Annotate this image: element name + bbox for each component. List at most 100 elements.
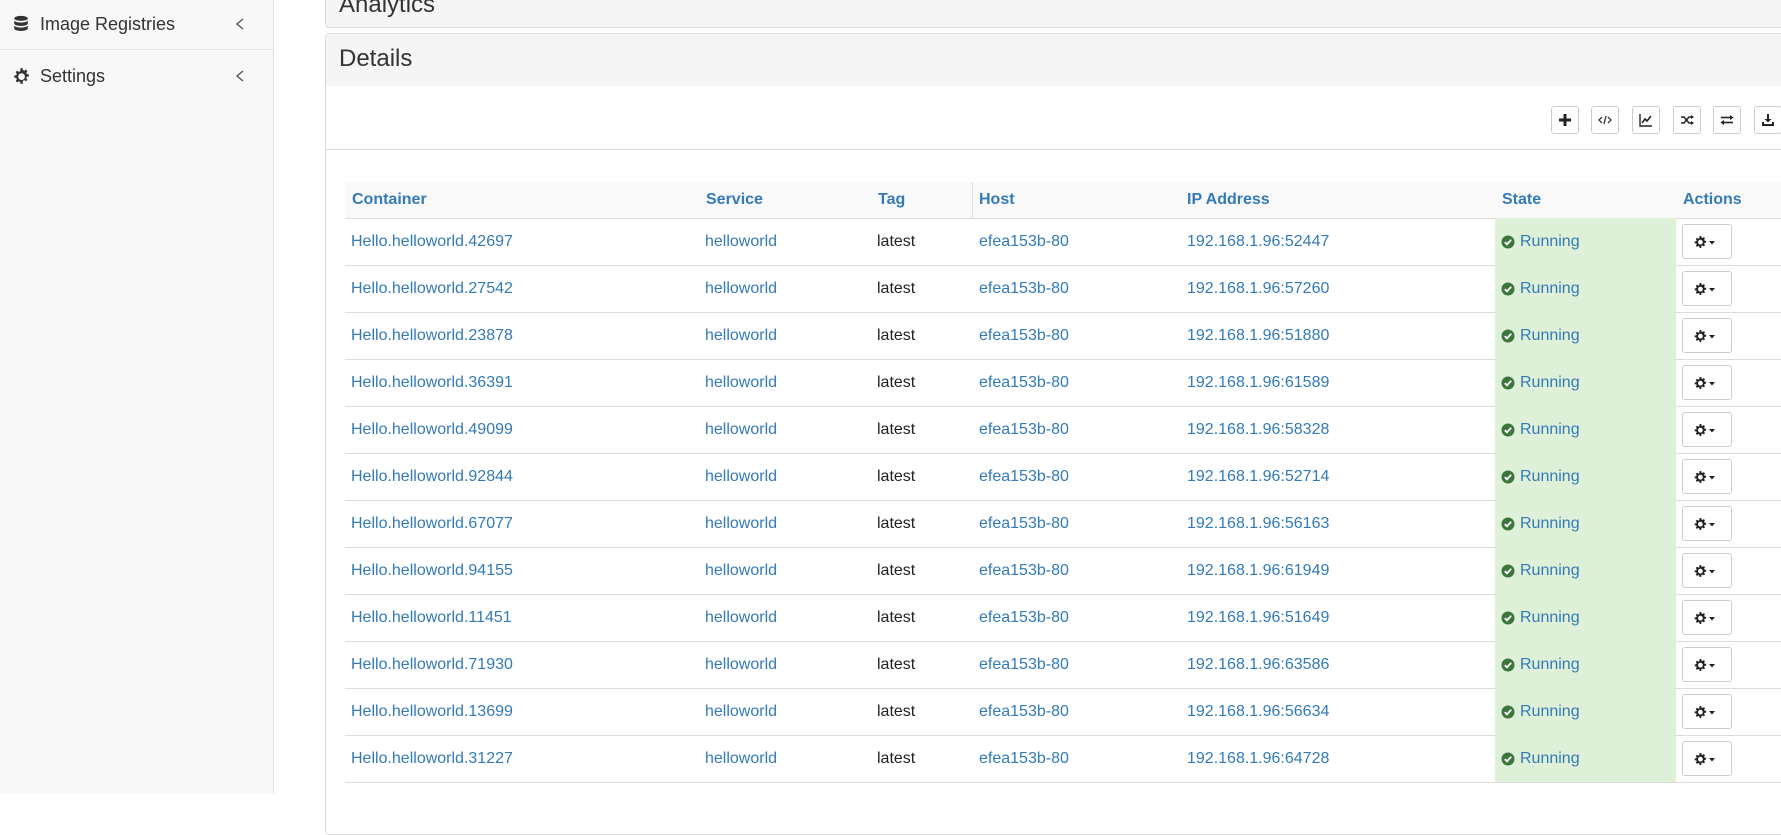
actions-dropdown-button[interactable] <box>1682 647 1732 682</box>
panel-title: Details <box>339 45 413 72</box>
host-link[interactable]: efea153b-80 <box>979 312 1069 359</box>
add-button[interactable] <box>1551 106 1579 134</box>
state-link[interactable]: Running <box>1501 641 1580 688</box>
table-row: Hello.helloworld.13699 helloworld latest ef… <box>345 688 1781 736</box>
state-link[interactable]: Running <box>1501 218 1580 265</box>
ip-address-link[interactable]: 192.168.1.96:51880 <box>1187 312 1329 359</box>
ip-address-link[interactable]: 192.168.1.96:61589 <box>1187 359 1329 406</box>
service-link[interactable]: helloworld <box>705 547 777 594</box>
container-link[interactable]: Hello.helloworld.31227 <box>351 735 513 782</box>
column-header-host[interactable]: Host <box>979 182 1015 218</box>
check-circle-icon <box>1501 470 1515 483</box>
ip-address-link[interactable]: 192.168.1.96:64728 <box>1187 735 1329 782</box>
ip-address-link[interactable]: 192.168.1.96:56163 <box>1187 500 1329 547</box>
chart-button[interactable] <box>1632 106 1660 134</box>
host-link[interactable]: efea153b-80 <box>979 218 1069 265</box>
state-link[interactable]: Running <box>1501 453 1580 500</box>
actions-dropdown-button[interactable] <box>1682 412 1732 447</box>
column-header-service[interactable]: Service <box>706 182 763 218</box>
column-header-container[interactable]: Container <box>352 182 427 218</box>
gear-dropdown-icon <box>1694 752 1715 765</box>
code-button[interactable] <box>1591 106 1619 134</box>
ip-address-link[interactable]: 192.168.1.96:63586 <box>1187 641 1329 688</box>
actions-dropdown-button[interactable] <box>1682 224 1732 259</box>
column-header-state[interactable]: State <box>1502 182 1541 218</box>
container-link[interactable]: Hello.helloworld.11451 <box>351 594 512 641</box>
state-link[interactable]: Running <box>1501 688 1580 735</box>
container-link[interactable]: Hello.helloworld.23878 <box>351 312 513 359</box>
sidebar-divider <box>0 49 273 50</box>
container-link[interactable]: Hello.helloworld.92844 <box>351 453 513 500</box>
container-link[interactable]: Hello.helloworld.42697 <box>351 218 513 265</box>
service-link[interactable]: helloworld <box>705 500 777 547</box>
ip-address-link[interactable]: 192.168.1.96:56634 <box>1187 688 1329 735</box>
service-link[interactable]: helloworld <box>705 735 777 782</box>
ip-address-link[interactable]: 192.168.1.96:57260 <box>1187 265 1329 312</box>
container-link[interactable]: Hello.helloworld.13699 <box>351 688 513 735</box>
host-link[interactable]: efea153b-80 <box>979 265 1069 312</box>
actions-dropdown-button[interactable] <box>1682 271 1732 306</box>
host-link[interactable]: efea153b-80 <box>979 641 1069 688</box>
ip-address-link[interactable]: 192.168.1.96:61949 <box>1187 547 1329 594</box>
state-link[interactable]: Running <box>1501 547 1580 594</box>
plus-icon <box>1559 114 1571 126</box>
host-link[interactable]: efea153b-80 <box>979 500 1069 547</box>
actions-dropdown-button[interactable] <box>1682 506 1732 541</box>
ip-address-link[interactable]: 192.168.1.96:58328 <box>1187 406 1329 453</box>
sidebar-item-settings[interactable]: Settings <box>0 52 273 100</box>
shuffle-button[interactable] <box>1673 106 1701 134</box>
actions-dropdown-button[interactable] <box>1682 741 1732 776</box>
service-link[interactable]: helloworld <box>705 453 777 500</box>
service-link[interactable]: helloworld <box>705 594 777 641</box>
analytics-panel: Analytics <box>325 0 1781 28</box>
host-link[interactable]: efea153b-80 <box>979 359 1069 406</box>
state-link[interactable]: Running <box>1501 735 1580 782</box>
sidebar-item-image-registries[interactable]: Image Registries <box>0 0 273 48</box>
table-row: Hello.helloworld.94155 helloworld latest ef… <box>345 547 1781 595</box>
actions-dropdown-button[interactable] <box>1682 365 1732 400</box>
ip-address-link[interactable]: 192.168.1.96:51649 <box>1187 594 1329 641</box>
column-header-ip-address[interactable]: IP Address <box>1187 182 1270 218</box>
sidebar-item-label: Settings <box>40 65 106 86</box>
actions-dropdown-button[interactable] <box>1682 694 1732 729</box>
exchange-button[interactable] <box>1713 106 1741 134</box>
actions-dropdown-button[interactable] <box>1682 553 1732 588</box>
state-link[interactable]: Running <box>1501 265 1580 312</box>
actions-dropdown-button[interactable] <box>1682 318 1732 353</box>
container-link[interactable]: Hello.helloworld.27542 <box>351 265 513 312</box>
actions-dropdown-button[interactable] <box>1682 459 1732 494</box>
state-link[interactable]: Running <box>1501 406 1580 453</box>
gear-dropdown-icon <box>1694 376 1715 389</box>
host-link[interactable]: efea153b-80 <box>979 688 1069 735</box>
service-link[interactable]: helloworld <box>705 406 777 453</box>
state-link[interactable]: Running <box>1501 594 1580 641</box>
state-link[interactable]: Running <box>1501 500 1580 547</box>
state-link[interactable]: Running <box>1501 312 1580 359</box>
host-link[interactable]: efea153b-80 <box>979 406 1069 453</box>
service-link[interactable]: helloworld <box>705 688 777 735</box>
container-link[interactable]: Hello.helloworld.71930 <box>351 641 513 688</box>
ip-address-link[interactable]: 192.168.1.96:52447 <box>1187 218 1329 265</box>
column-header-actions: Actions <box>1683 191 1742 208</box>
ip-address-link[interactable]: 192.168.1.96:52714 <box>1187 453 1329 500</box>
service-link[interactable]: helloworld <box>705 265 777 312</box>
shuffle-icon <box>1681 115 1694 125</box>
container-link[interactable]: Hello.helloworld.67077 <box>351 500 513 547</box>
table-row: Hello.helloworld.49099 helloworld latest ef… <box>345 406 1781 454</box>
download-button[interactable] <box>1754 106 1781 134</box>
service-link[interactable]: helloworld <box>705 641 777 688</box>
service-link[interactable]: helloworld <box>705 359 777 406</box>
service-link[interactable]: helloworld <box>705 218 777 265</box>
host-link[interactable]: efea153b-80 <box>979 453 1069 500</box>
container-link[interactable]: Hello.helloworld.94155 <box>351 547 513 594</box>
column-header-tag[interactable]: Tag <box>878 182 905 218</box>
container-link[interactable]: Hello.helloworld.36391 <box>351 359 513 406</box>
service-link[interactable]: helloworld <box>705 312 777 359</box>
state-link[interactable]: Running <box>1501 359 1580 406</box>
tag-value: latest <box>877 374 916 391</box>
host-link[interactable]: efea153b-80 <box>979 735 1069 782</box>
container-link[interactable]: Hello.helloworld.49099 <box>351 406 513 453</box>
actions-dropdown-button[interactable] <box>1682 600 1732 635</box>
host-link[interactable]: efea153b-80 <box>979 594 1069 641</box>
host-link[interactable]: efea153b-80 <box>979 547 1069 594</box>
